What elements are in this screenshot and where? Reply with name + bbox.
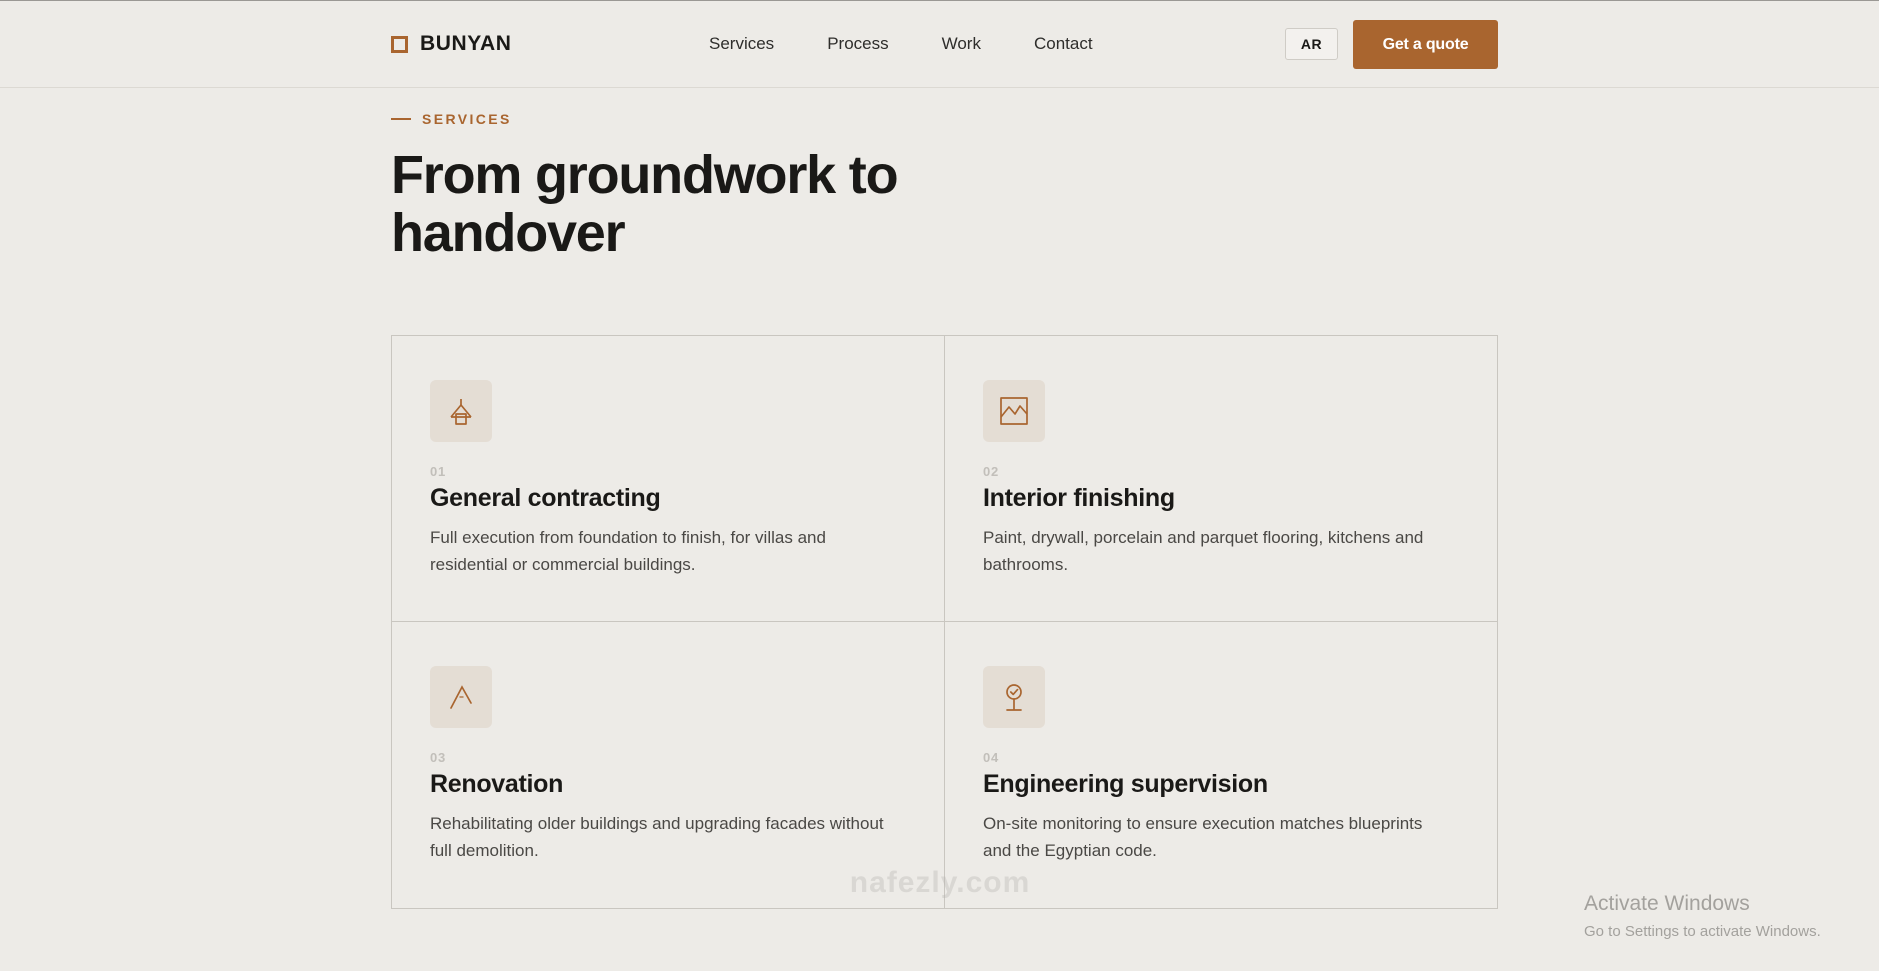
check-pin-icon bbox=[983, 666, 1045, 728]
section-title: From groundwork to handover bbox=[391, 145, 899, 263]
brand-name: BUNYAN bbox=[420, 32, 512, 55]
nav-process[interactable]: Process bbox=[827, 33, 888, 55]
service-description: Full execution from foundation to finish… bbox=[430, 528, 826, 574]
service-description: On-site monitoring to ensure execution m… bbox=[983, 814, 1423, 860]
service-number: 04 bbox=[983, 750, 1000, 765]
nav-work[interactable]: Work bbox=[942, 33, 981, 55]
main-nav: Services Process Work Contact bbox=[709, 33, 1093, 55]
service-title: General contracting bbox=[430, 484, 661, 512]
activation-subtitle: Go to Settings to activate Windows. bbox=[1584, 923, 1821, 940]
picture-frame-icon bbox=[983, 380, 1045, 442]
windows-activation-notice: Activate Windows Go to Settings to activ… bbox=[1584, 891, 1821, 943]
brand-logo[interactable]: BUNYAN bbox=[391, 32, 512, 56]
service-description: Rehabilitating older buildings and upgra… bbox=[430, 814, 884, 860]
section-eyebrow: SERVICES bbox=[391, 111, 512, 127]
house-frame-icon bbox=[430, 380, 492, 442]
get-quote-button[interactable]: Get a quote bbox=[1353, 20, 1498, 69]
site-header: BUNYAN Services Process Work Contact AR … bbox=[0, 1, 1879, 88]
service-number: 03 bbox=[430, 750, 447, 765]
service-title: Renovation bbox=[430, 770, 564, 798]
service-description: Paint, drywall, porcelain and parquet fl… bbox=[983, 528, 1424, 574]
compass-icon bbox=[430, 666, 492, 728]
service-title: Engineering supervision bbox=[983, 770, 1268, 798]
service-card-general-contracting[interactable]: 01 General contracting Full execution fr… bbox=[392, 336, 945, 622]
brand-square-icon bbox=[391, 35, 408, 53]
service-number: 02 bbox=[983, 464, 1000, 479]
activation-title: Activate Windows bbox=[1584, 892, 1750, 915]
nav-services[interactable]: Services bbox=[709, 33, 774, 55]
eyebrow-text: SERVICES bbox=[422, 111, 512, 127]
service-number: 01 bbox=[430, 464, 447, 479]
language-toggle-button[interactable]: AR bbox=[1285, 28, 1338, 60]
eyebrow-dash bbox=[391, 118, 411, 120]
services-grid: 01 General contracting Full execution fr… bbox=[391, 335, 1498, 909]
service-title: Interior finishing bbox=[983, 484, 1175, 512]
service-card-interior-finishing[interactable]: 02 Interior finishing Paint, drywall, po… bbox=[945, 336, 1497, 622]
site-watermark: nafezly.com bbox=[849, 866, 1031, 899]
nav-contact[interactable]: Contact bbox=[1034, 33, 1093, 55]
